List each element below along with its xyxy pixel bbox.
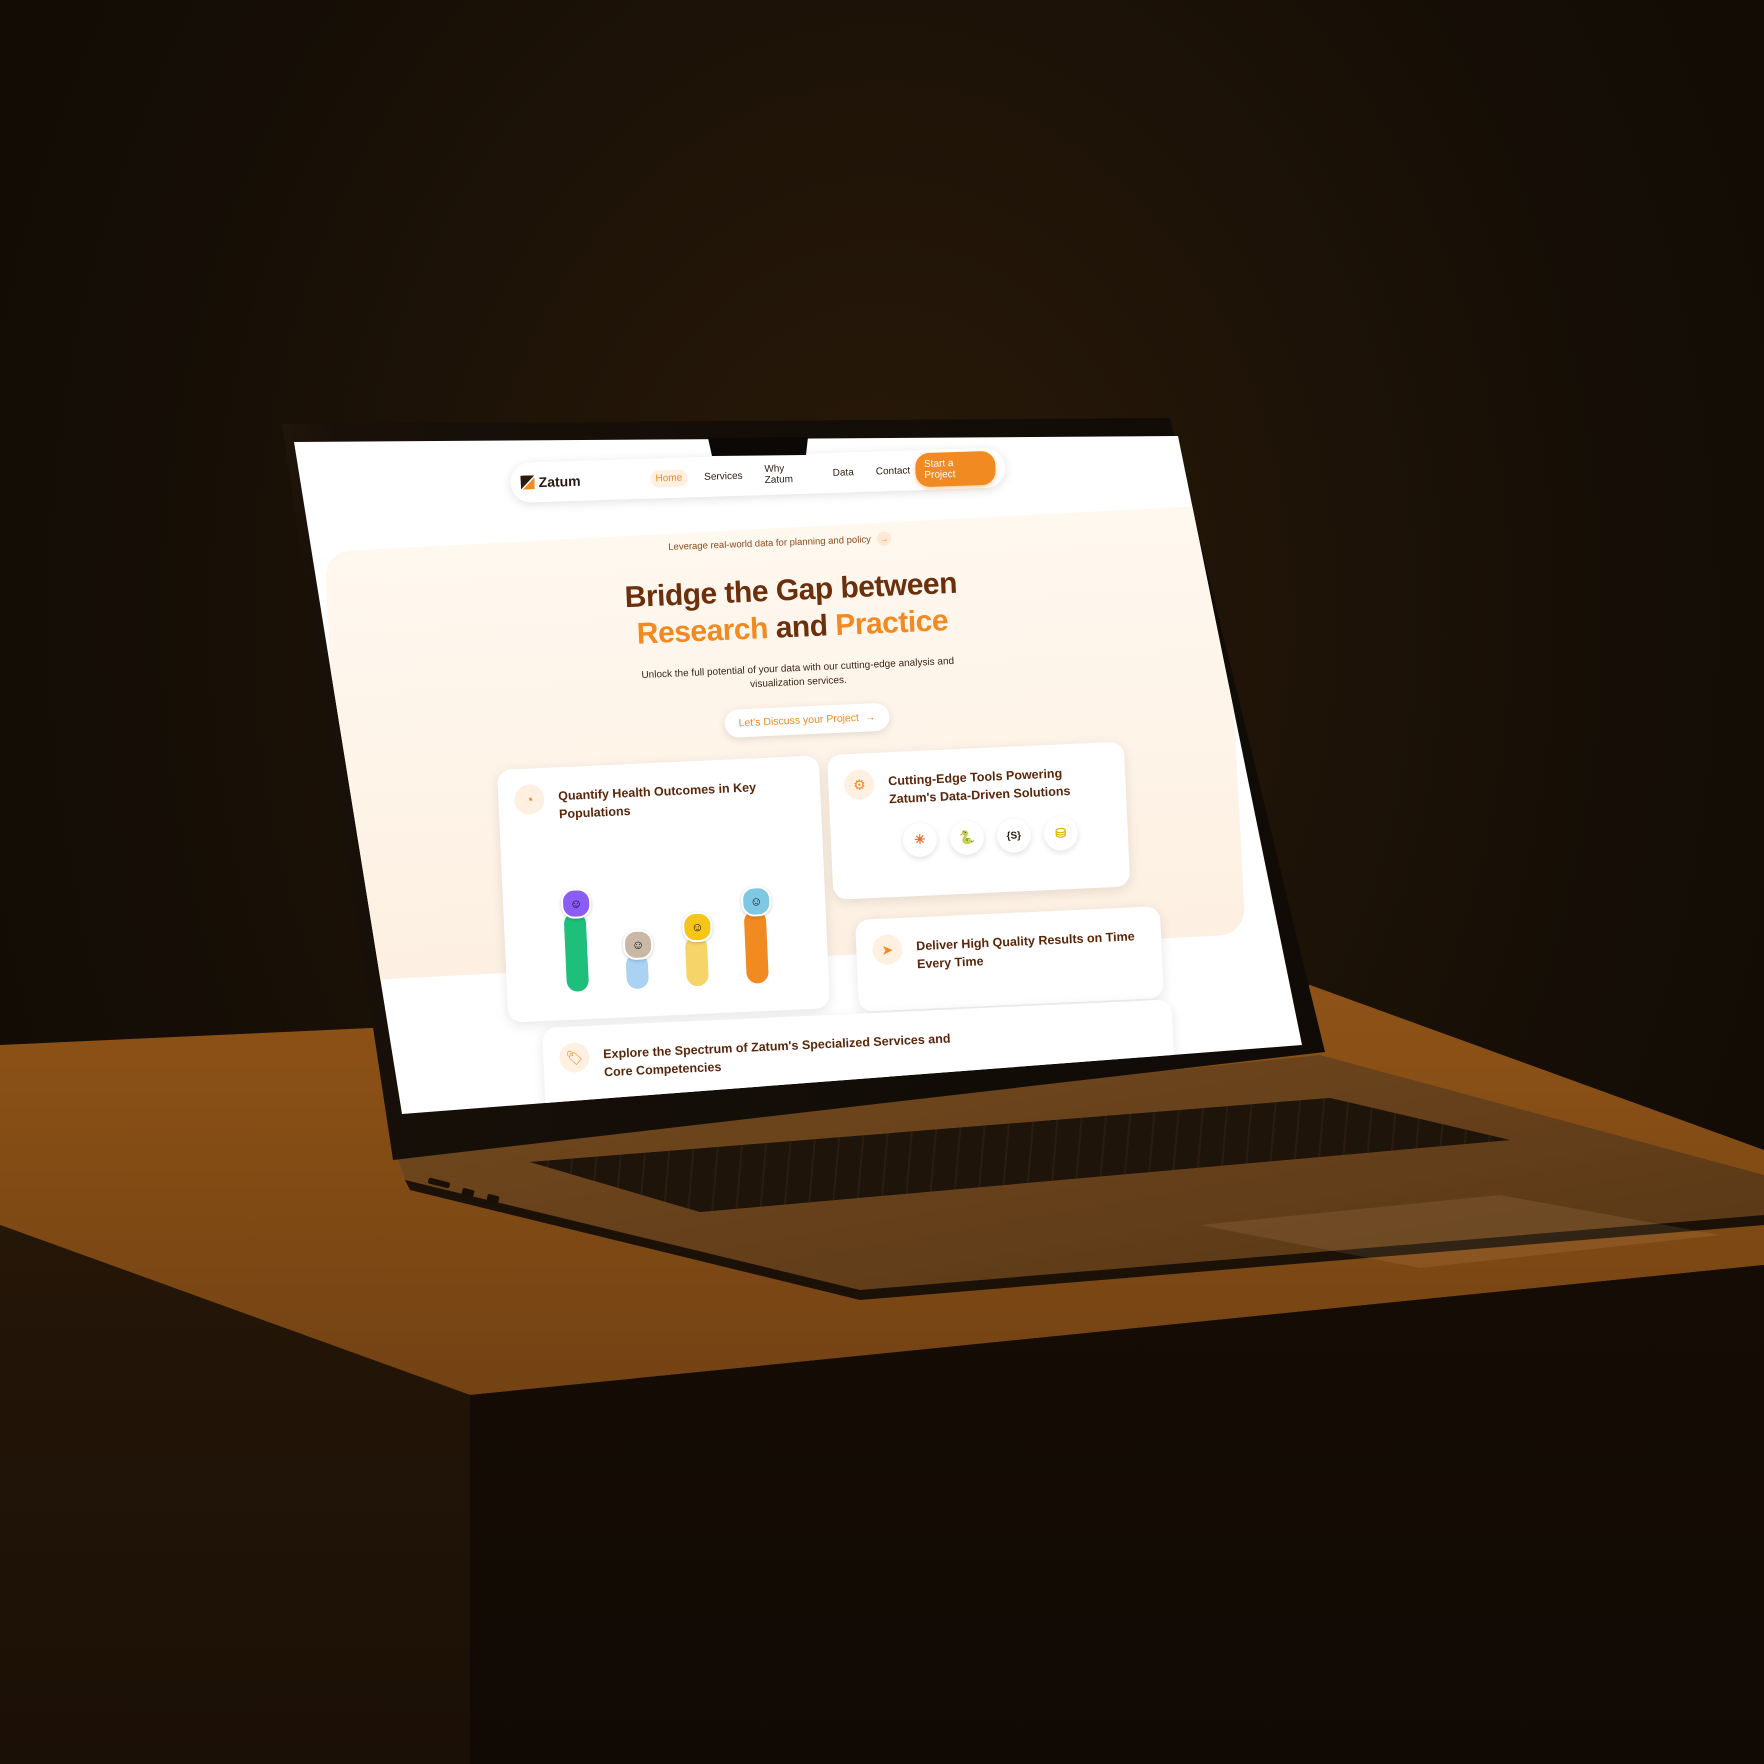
population-bars: ☺ ☺ ☺ ☺	[551, 847, 797, 993]
results-card[interactable]: ➤ Deliver High Quality Results on Time E…	[855, 906, 1164, 1012]
population-bar	[563, 912, 590, 993]
nav-link-data[interactable]: Data	[827, 464, 859, 482]
tools-card[interactable]: ⚙ Cutting-Edge Tools Powering Zatum's Da…	[827, 741, 1131, 900]
pie-chart-icon: ◔	[513, 783, 546, 816]
send-icon: ➤	[871, 933, 904, 966]
headline-research: Research	[636, 612, 769, 651]
tag-icon: 🏷	[558, 1041, 591, 1074]
results-title: Deliver High Quality Results on Time Eve…	[915, 929, 1135, 972]
discuss-project-label: Let's Discuss your Project	[738, 711, 860, 730]
headline-and: and	[774, 609, 829, 645]
logo[interactable]: Zatum	[520, 471, 628, 490]
logo-icon	[520, 475, 534, 489]
avatar: ☺	[740, 885, 772, 918]
headline-practice: Practice	[834, 604, 949, 643]
population-bar	[743, 909, 769, 984]
arrow-right-icon: →	[876, 531, 892, 546]
nav-link-contact[interactable]: Contact	[871, 462, 916, 480]
population-bar	[684, 935, 709, 987]
start-project-button[interactable]: Start a Project	[914, 450, 996, 488]
nav-link-services[interactable]: Services	[699, 467, 748, 486]
gear-icon: ⚙	[843, 768, 876, 801]
arrow-right-icon: →	[864, 711, 876, 724]
sql-icon: {S}	[996, 817, 1032, 854]
avatar: ☺	[560, 887, 592, 920]
nav-links: Home Services Why Zatum Data Contact	[650, 456, 916, 492]
health-outcomes-title: Quantify Health Outcomes in Key Populati…	[557, 780, 757, 822]
python-icon: 🐍	[949, 819, 985, 856]
nav-link-home[interactable]: Home	[650, 468, 688, 488]
logo-text: Zatum	[538, 472, 581, 491]
tool-icons: ✳ 🐍 {S} ⛁	[902, 814, 1112, 858]
tableau-icon: ✳	[902, 822, 938, 858]
avatar: ☺	[622, 929, 654, 961]
health-outcomes-card[interactable]: ◔ Quantify Health Outcomes in Key Popula…	[497, 755, 831, 1023]
avatar: ☺	[681, 911, 713, 943]
nav-link-why-zatum[interactable]: Why Zatum	[759, 459, 816, 489]
database-icon: ⛁	[1043, 815, 1079, 852]
tools-title: Cutting-Edge Tools Powering Zatum's Data…	[887, 766, 1071, 807]
hero-headline: Bridge the Gap between Research and Prac…	[620, 565, 963, 654]
services-title: Explore the Spectrum of Zatum's Speciali…	[602, 1031, 951, 1080]
